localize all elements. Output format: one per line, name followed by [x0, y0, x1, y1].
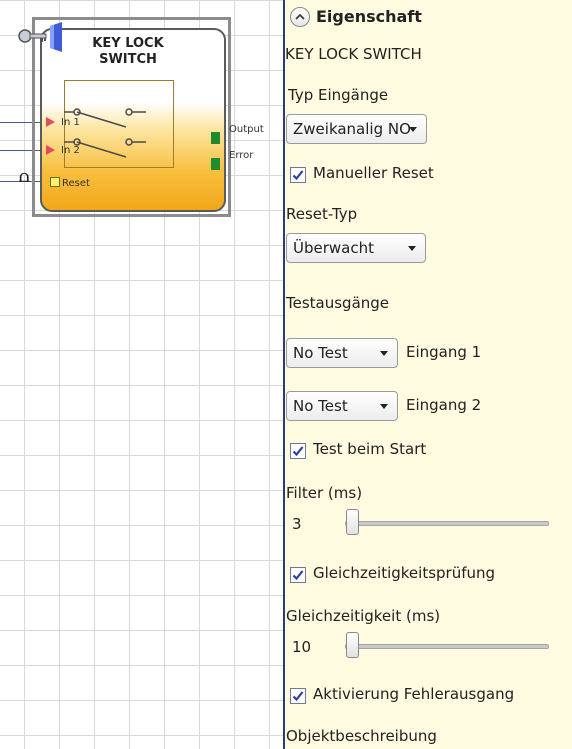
dropdown-caret-icon — [408, 246, 416, 251]
output-pin-error[interactable] — [211, 158, 220, 170]
filter-slider-thumb[interactable] — [346, 509, 359, 535]
panel-title: Eigenschaft — [316, 7, 422, 26]
checkmark-icon — [292, 446, 304, 457]
reset-type-value: Überwacht — [293, 239, 374, 257]
test-output-2-label: Eingang 2 — [406, 396, 482, 414]
output-label-output: Output — [229, 124, 264, 135]
input-pin-2-icon[interactable] — [46, 145, 55, 155]
checkmark-icon — [292, 170, 304, 181]
test-output-2-value: No Test — [293, 397, 348, 415]
input-type-label: Typ Eingänge — [288, 86, 389, 104]
test-output-1-value: No Test — [293, 344, 348, 362]
diagram-canvas[interactable]: ⩍ KEY LOCK SWITCH In 1 In 2 Reset Output… — [0, 0, 283, 749]
simultaneity-label: Gleichzeitigkeit (ms) — [286, 607, 441, 625]
output-label-error: Error — [229, 150, 254, 161]
dropdown-caret-icon — [380, 404, 388, 409]
test-at-start-label: Test beim Start — [313, 440, 427, 458]
test-outputs-label: Testausgänge — [286, 294, 390, 312]
input-type-value: Zweikanalig NO — [293, 120, 411, 138]
reset-type-dropdown[interactable]: Überwacht — [286, 233, 426, 263]
test-output-2-dropdown[interactable]: No Test — [286, 391, 398, 421]
filter-label: Filter (ms) — [286, 484, 363, 502]
collapse-chevron-up-icon[interactable] — [290, 7, 310, 27]
error-output-label: Aktivierung Fehlerausgang — [313, 685, 515, 703]
manual-reset-checkbox[interactable] — [290, 167, 306, 183]
simultaneity-value: 10 — [292, 638, 312, 656]
input-label-in-2: In 2 — [61, 145, 80, 156]
input-type-dropdown[interactable]: Zweikanalig NO — [286, 114, 427, 144]
checkmark-icon — [292, 691, 304, 702]
simultaneity-slider-thumb[interactable] — [346, 632, 359, 658]
properties-panel: Eigenschaft KEY LOCK SWITCH Typ Eingänge… — [285, 0, 572, 749]
manual-reset-label: Manueller Reset — [313, 164, 434, 182]
filter-slider-track[interactable] — [345, 521, 549, 526]
dropdown-caret-icon — [409, 127, 417, 132]
block-title: KEY LOCK SWITCH — [92, 36, 164, 67]
test-output-1-label: Eingang 1 — [406, 343, 482, 361]
dropdown-caret-icon — [380, 351, 388, 356]
input-pin-1-icon[interactable] — [46, 117, 55, 127]
simultaneity-check-checkbox[interactable] — [290, 567, 306, 583]
object-description-label: Objektbeschreibung — [286, 727, 437, 745]
test-output-1-dropdown[interactable]: No Test — [286, 338, 398, 368]
output-pin-output[interactable] — [211, 132, 220, 144]
simultaneity-check-label: Gleichzeitigkeitsprüfung — [313, 564, 496, 582]
input-label-in-1: In 1 — [61, 117, 80, 128]
object-name: KEY LOCK SWITCH — [285, 45, 422, 63]
reset-pin[interactable] — [50, 177, 60, 187]
key-lock-icon — [18, 22, 62, 52]
pulse-icon: ⩍ — [19, 167, 30, 186]
checkmark-icon — [292, 570, 304, 581]
filter-value: 3 — [292, 515, 302, 533]
test-at-start-checkbox[interactable] — [290, 443, 306, 459]
input-label-reset: Reset — [62, 178, 90, 189]
reset-type-label: Reset-Typ — [286, 205, 358, 223]
simultaneity-slider-track[interactable] — [345, 644, 549, 649]
error-output-checkbox[interactable] — [290, 688, 306, 704]
